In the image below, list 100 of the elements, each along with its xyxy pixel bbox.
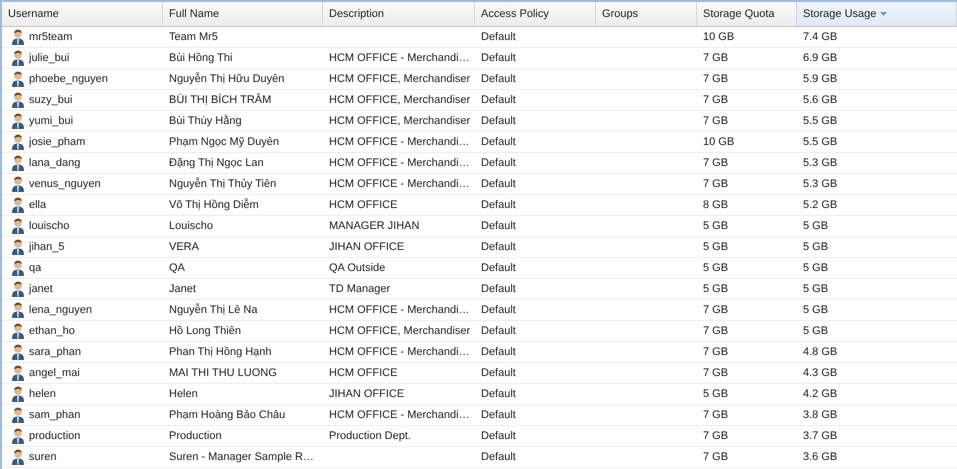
user-icon (11, 323, 25, 339)
table-cell: suzy_bui (29, 94, 72, 106)
table-cell-text: HCM OFFICE (328, 198, 398, 213)
table-cell-text: Default (480, 261, 517, 276)
user-icon (11, 302, 25, 318)
table-cell-text: 5 GB (802, 240, 830, 255)
table-cell-text: Nguyễn Thị Thủy Tiên (168, 176, 278, 192)
table-cell: phoebe_nguyen (29, 73, 108, 85)
table-cell-text: 5 GB (702, 282, 730, 297)
column-header[interactable]: Access Policy (475, 2, 596, 26)
table-cell-text: 7 GB (702, 450, 730, 465)
table-cell-text: 5.5 GB (802, 114, 838, 129)
table-cell: helen (29, 388, 56, 400)
table-cell: lana_dang (29, 157, 80, 169)
table-cell-text: HCM OFFICE - Merchandi… (328, 303, 471, 318)
table-cell-text: 5.2 GB (802, 198, 838, 213)
table-cell: josie_pham (29, 136, 86, 148)
table-cell-text: HCM OFFICE - Merchandi… (328, 135, 471, 150)
table-cell-text: HCM OFFICE, Merchandiser (328, 72, 472, 87)
table-cell-text: BÙI THỊ BÍCH TRÂM (168, 92, 272, 108)
table-cell-text: Default (480, 366, 517, 381)
column-header[interactable]: Description (323, 2, 475, 26)
table-cell-text: TD Manager (328, 282, 392, 297)
table-cell: jihan_5 (29, 241, 64, 253)
table-cell-text: Default (480, 156, 517, 171)
table-cell-text: 3.7 GB (802, 429, 838, 444)
table-cell: sam_phan (29, 409, 80, 421)
user-icon (11, 407, 25, 423)
table-cell: suren (29, 451, 57, 463)
table-cell-text: 7 GB (702, 51, 730, 66)
table-cell-text: 8 GB (702, 198, 730, 213)
table-cell-text: Default (480, 135, 517, 150)
table-cell-text: Default (480, 303, 517, 318)
user-icon (11, 29, 25, 45)
table-cell-text: Default (480, 93, 517, 108)
user-icon (11, 218, 25, 234)
table-cell-text: HCM OFFICE, Merchandiser (328, 324, 472, 339)
table-cell-text: 3.8 GB (802, 408, 838, 423)
table-cell-text: Janet (168, 282, 197, 297)
table-cell: venus_nguyen (29, 178, 101, 190)
table-cell-text: 5 GB (702, 240, 730, 255)
table-cell-text: 5.9 GB (802, 72, 838, 87)
table-cell-text: 6.9 GB (802, 51, 838, 66)
table-cell: janet (29, 283, 53, 295)
table-cell-text: HCM OFFICE - Merchandi… (328, 156, 471, 171)
column-header[interactable]: Groups (596, 2, 697, 26)
table-cell: mr5team (29, 31, 72, 43)
table-cell-text: 5.5 GB (802, 135, 838, 150)
table-cell-text: 10 GB (702, 135, 736, 150)
table-cell-text: Default (480, 429, 517, 444)
table-cell-text: JIHAN OFFICE (328, 240, 406, 255)
table-cell-text: Đặng Thị Ngọc Lan (168, 156, 265, 171)
user-icon (11, 428, 25, 444)
table-cell-text: Default (480, 177, 517, 192)
table-cell: ella (29, 199, 46, 211)
table-cell-text: 5 GB (802, 219, 830, 234)
user-icon (11, 344, 25, 360)
column-header[interactable]: Storage Usage (797, 2, 957, 26)
table-cell-text: MAI THI THU LUONG (168, 366, 278, 381)
table-cell: angel_mai (29, 367, 80, 379)
table-cell-text: 7 GB (702, 156, 730, 171)
user-icon (11, 386, 25, 402)
table-cell-text: Default (480, 408, 517, 423)
table-cell-text: 5 GB (802, 282, 830, 297)
table-cell-text: 7 GB (702, 408, 730, 423)
table-cell-text: 7 GB (702, 303, 730, 318)
table-cell-text: Võ Thị Hồng Diễm (168, 198, 260, 213)
table-cell-text: 7.4 GB (802, 30, 838, 45)
table-cell-text: 5 GB (802, 324, 830, 339)
table-cell-text: Default (480, 219, 517, 234)
table-cell-text: Phạm Hoàng Bảo Châu (168, 408, 286, 423)
user-icon (11, 449, 25, 465)
table-cell-text: Helen (168, 387, 199, 402)
user-icon (11, 92, 25, 108)
table-cell-text: Nguyễn Thị Lê Na (168, 302, 258, 318)
table-cell-text: 7 GB (702, 345, 730, 360)
table-cell-text: 5 GB (702, 219, 730, 234)
user-icon (11, 134, 25, 150)
column-header[interactable]: Full Name (163, 2, 323, 26)
user-icon (11, 155, 25, 171)
table-cell-text: HCM OFFICE - Merchandi… (328, 408, 471, 423)
table-cell-text: Default (480, 324, 517, 339)
table-cell-text: 5 GB (802, 261, 830, 276)
user-icon (11, 197, 25, 213)
table-cell: ethan_ho (29, 325, 75, 337)
table-cell-text: Bùi Thúy Hằng (168, 114, 243, 129)
table-cell-text: Default (480, 51, 517, 66)
table-cell: sara_phan (29, 346, 81, 358)
table-cell-text: 10 GB (702, 30, 736, 45)
table-cell: julie_bui (29, 52, 70, 64)
column-header[interactable]: Username (2, 2, 163, 26)
table-cell-text: 7 GB (702, 366, 730, 381)
table-cell-text: Bùi Hồng Thi (168, 51, 234, 66)
table-cell-text: 5 GB (702, 261, 730, 276)
user-icon (11, 176, 25, 192)
table-cell-text: 7 GB (702, 324, 730, 339)
table-cell-text: VERA (168, 240, 200, 255)
table-cell-text: Nguyễn Thị Hữu Duyên (168, 72, 286, 87)
table-cell-text: 7 GB (702, 114, 730, 129)
table-cell-text: Production Dept. (328, 429, 412, 444)
